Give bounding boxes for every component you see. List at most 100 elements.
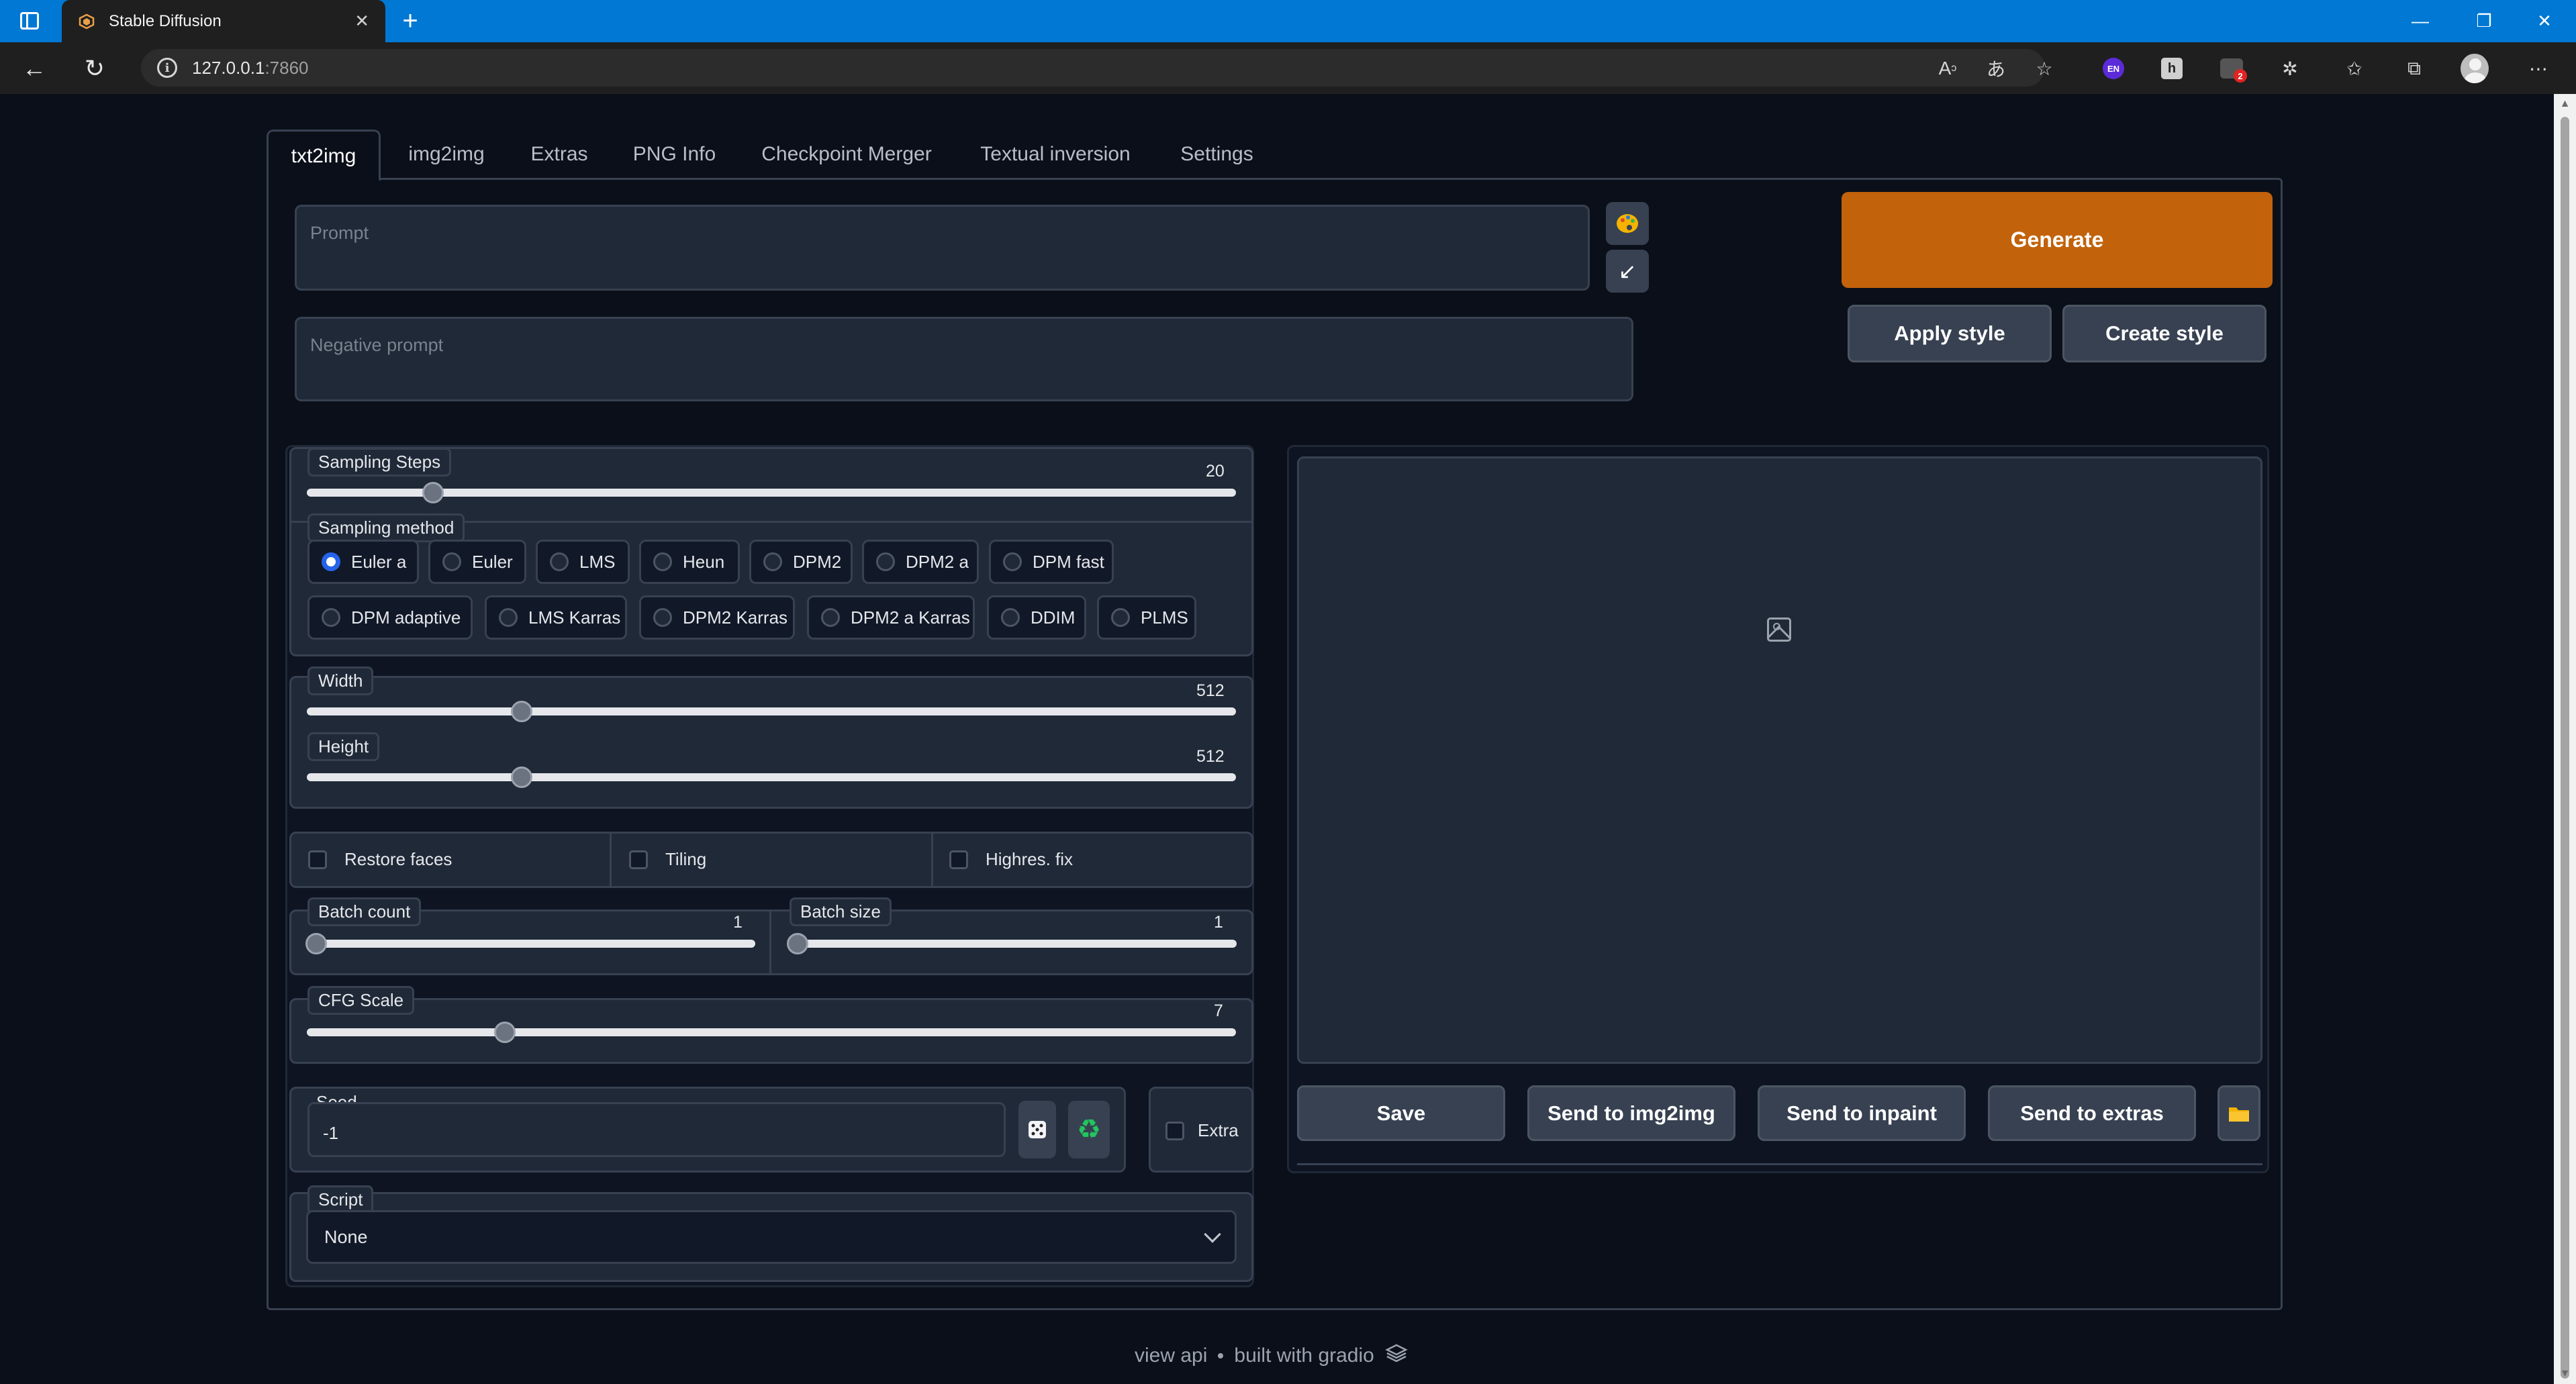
browser-tab[interactable]: Stable Diffusion ✕ [62, 0, 385, 42]
prompt-input[interactable]: Prompt [295, 205, 1590, 291]
output-gallery[interactable] [1297, 456, 2262, 1064]
radio-lms-karras[interactable]: LMS Karras [485, 595, 627, 640]
width-thumb[interactable] [511, 701, 532, 722]
read-aloud-icon[interactable]: Aↄ [1934, 54, 1962, 83]
recycle-icon[interactable]: ♻ [1068, 1101, 1110, 1158]
extension-alert-icon[interactable]: 2 [2217, 54, 2247, 83]
image-placeholder-icon [1767, 617, 1791, 642]
scroll-down-icon[interactable]: ▼ [2554, 1364, 2576, 1384]
apply-style-button[interactable]: Apply style [1848, 305, 2052, 362]
refresh-icon[interactable]: ↻ [78, 52, 111, 85]
scrollbar-thumb[interactable] [2561, 117, 2569, 1379]
page-scrollbar[interactable]: ▲ ▼ [2554, 94, 2576, 1384]
send-to-img2img-button[interactable]: Send to img2img [1527, 1085, 1735, 1141]
extension-en-icon[interactable]: EN [2099, 54, 2128, 83]
collections-icon[interactable]: ⧉ [2400, 54, 2428, 83]
sampling-steps-slider[interactable] [307, 489, 1236, 497]
browser-titlebar: Stable Diffusion ✕ + — ❐ ✕ [0, 0, 2576, 42]
height-slider[interactable] [307, 773, 1236, 781]
tab-extras[interactable]: Extras [516, 130, 603, 179]
paint-palette-icon[interactable] [1606, 202, 1649, 245]
radio-indicator [499, 608, 518, 627]
radio-indicator [653, 552, 672, 571]
back-icon[interactable]: ← [17, 52, 51, 85]
site-info-icon[interactable]: i [157, 58, 177, 78]
radio-dpm2-a[interactable]: DPM2 a [862, 540, 979, 584]
more-menu-icon[interactable]: ⋯ [2524, 54, 2553, 83]
send-to-inpaint-button[interactable]: Send to inpaint [1758, 1085, 1966, 1141]
extension-alert-box: 2 [2220, 58, 2247, 83]
window-close-icon[interactable]: ✕ [2514, 0, 2575, 42]
sidebar-toggle-icon[interactable] [20, 12, 39, 30]
chevron-down-icon [1204, 1226, 1221, 1243]
seed-input[interactable]: -1 [307, 1102, 1006, 1157]
restore-faces-checkbox[interactable]: Restore faces [308, 849, 452, 870]
width-slider[interactable] [307, 707, 1236, 715]
size-block [289, 676, 1253, 809]
radio-dpm2[interactable]: DPM2 [749, 540, 853, 584]
add-favorite-icon[interactable]: ☆ [2030, 54, 2058, 83]
scroll-up-icon[interactable]: ▲ [2554, 94, 2576, 114]
radio-indicator [1003, 552, 1022, 571]
tiling-checkbox[interactable]: Tiling [629, 849, 706, 870]
height-thumb[interactable] [511, 767, 532, 788]
height-value: 512 [1196, 747, 1225, 766]
profile-icon[interactable] [2461, 54, 2489, 83]
restore-icon[interactable]: ❐ [2454, 0, 2514, 42]
batch-size-slider[interactable] [788, 940, 1237, 948]
width-value: 512 [1196, 681, 1225, 700]
radio-heun[interactable]: Heun [639, 540, 740, 584]
extra-checkbox[interactable]: Extra [1165, 1120, 1239, 1141]
sampling-steps-value: 20 [1206, 462, 1225, 481]
radio-dpm-adaptive[interactable]: DPM adaptive [307, 595, 473, 640]
radio-euler[interactable]: Euler [428, 540, 526, 584]
tab-settings[interactable]: Settings [1168, 130, 1266, 179]
batch-size-thumb[interactable] [787, 933, 808, 954]
extensions-puzzle-icon[interactable]: ✲ [2276, 54, 2304, 83]
generate-button[interactable]: Generate [1842, 192, 2273, 288]
close-tab-icon[interactable]: ✕ [354, 11, 369, 32]
radio-indicator [876, 552, 895, 571]
tab-checkpoint-merger[interactable]: Checkpoint Merger [751, 130, 943, 179]
radio-dpm2-karras[interactable]: DPM2 Karras [639, 595, 795, 640]
negative-prompt-input[interactable]: Negative prompt [295, 317, 1633, 401]
tab-txt2img[interactable]: txt2img [267, 130, 381, 181]
create-style-button[interactable]: Create style [2062, 305, 2267, 362]
send-to-extras-button[interactable]: Send to extras [1988, 1085, 2196, 1141]
radio-indicator [763, 552, 782, 571]
tab-img2img[interactable]: img2img [393, 130, 500, 179]
save-button[interactable]: Save [1297, 1085, 1505, 1141]
radio-ddim[interactable]: DDIM [987, 595, 1086, 640]
extension-h-icon[interactable]: h [2158, 54, 2186, 83]
favorites-icon[interactable]: ✩ [2340, 54, 2369, 83]
seed-value: -1 [323, 1123, 339, 1143]
sampling-steps-thumb[interactable] [422, 482, 444, 503]
batch-count-slider[interactable] [307, 940, 755, 948]
radio-plms[interactable]: PLMS [1097, 595, 1196, 640]
extension-alert-count: 2 [2234, 69, 2247, 83]
highres-fix-checkbox[interactable]: Highres. fix [949, 849, 1073, 870]
script-select[interactable]: None [306, 1210, 1237, 1264]
view-api-link[interactable]: view api [1135, 1344, 1207, 1367]
address-bar[interactable]: i 127.0.0.1:7860 [141, 49, 2045, 87]
built-with-gradio-link[interactable]: built with gradio [1234, 1344, 1374, 1367]
radio-label: LMS [579, 551, 616, 572]
cfg-scale-value: 7 [1214, 1001, 1223, 1020]
cfg-scale-thumb[interactable] [494, 1022, 516, 1043]
translate-icon[interactable]: あ [1982, 54, 2010, 83]
tab-textual-inversion[interactable]: Textual inversion [961, 130, 1149, 179]
dice-icon[interactable] [1018, 1101, 1056, 1158]
minimize-icon[interactable]: — [2390, 0, 2450, 42]
radio-lms[interactable]: LMS [536, 540, 630, 584]
arrow-down-left-icon[interactable]: ↙ [1606, 250, 1649, 293]
folder-icon[interactable] [2217, 1085, 2260, 1141]
radio-dpm-fast[interactable]: DPM fast [989, 540, 1114, 584]
batch-count-thumb[interactable] [305, 933, 327, 954]
batch-count-label: Batch count [307, 897, 422, 926]
radio-dpm2-a-karras[interactable]: DPM2 a Karras [807, 595, 975, 640]
cfg-scale-slider[interactable] [307, 1028, 1236, 1036]
batch-size-value: 1 [1214, 913, 1223, 932]
radio-euler-a[interactable]: Euler a [307, 540, 419, 584]
new-tab-icon[interactable]: + [395, 5, 426, 36]
tab-png-info[interactable]: PNG Info [619, 130, 730, 179]
